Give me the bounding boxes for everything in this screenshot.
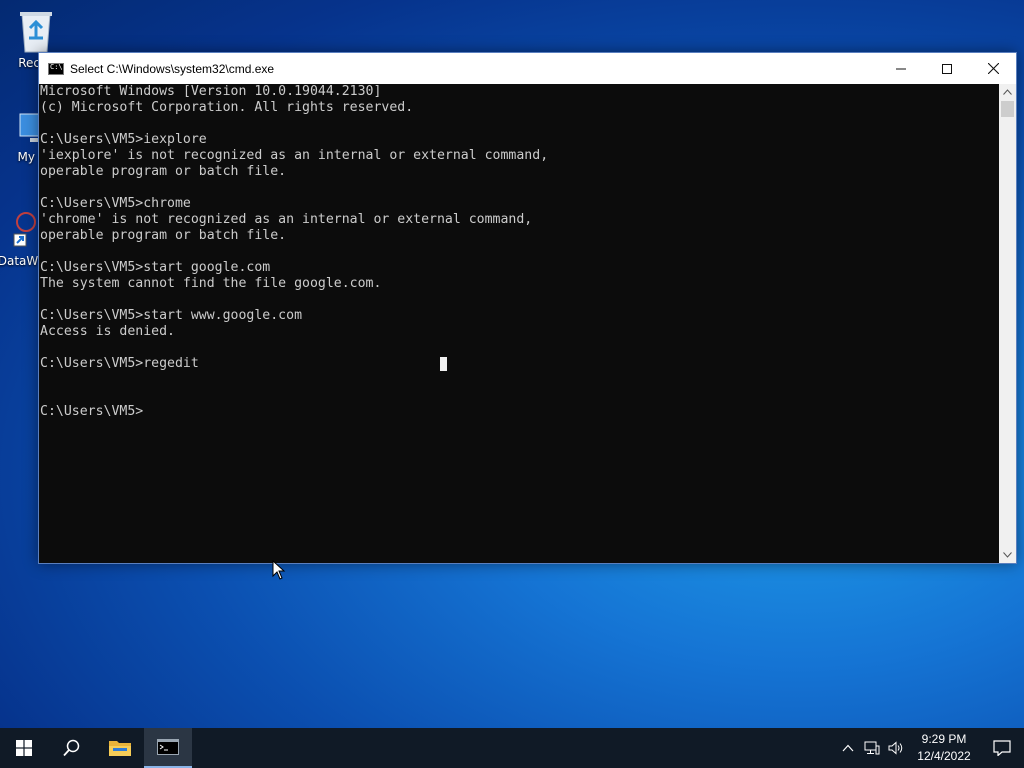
start-button[interactable] xyxy=(0,728,48,768)
search-button[interactable] xyxy=(48,728,96,768)
console-output[interactable]: Microsoft Windows [Version 10.0.19044.21… xyxy=(39,84,1001,563)
chevron-down-icon xyxy=(1003,552,1012,558)
clock-date: 12/4/2022 xyxy=(917,749,971,763)
minimize-button[interactable] xyxy=(878,53,924,84)
vertical-scrollbar[interactable] xyxy=(999,84,1016,563)
cmd-icon xyxy=(157,739,179,755)
desktop-icon-label: DataW xyxy=(0,254,39,268)
cmd-window[interactable]: Select C:\Windows\system32\cmd.exe Micro… xyxy=(38,52,1017,564)
minimize-icon xyxy=(896,68,906,69)
folder-icon xyxy=(109,741,131,756)
scroll-up-button[interactable] xyxy=(999,84,1016,100)
speaker-icon xyxy=(888,741,903,755)
clock-time: 9:29 PM xyxy=(921,732,967,746)
scroll-thumb[interactable] xyxy=(1001,101,1014,117)
chevron-up-icon xyxy=(842,744,854,752)
network-icon xyxy=(864,741,880,755)
chevron-up-icon xyxy=(1003,89,1012,95)
console-text: Microsoft Windows [Version 10.0.19044.21… xyxy=(40,84,549,419)
cmd-taskbar-button[interactable] xyxy=(144,728,192,768)
taskbar: 9:29 PM 12/4/2022 xyxy=(0,728,1024,768)
system-tray: 9:29 PM 12/4/2022 xyxy=(836,728,1024,768)
volume-button[interactable] xyxy=(884,728,908,768)
recycle-bin-icon xyxy=(20,12,52,53)
cmd-icon xyxy=(48,62,64,75)
window-title: Select C:\Windows\system32\cmd.exe xyxy=(70,61,275,76)
maximize-icon xyxy=(942,63,952,74)
scroll-down-button[interactable] xyxy=(999,547,1016,563)
file-explorer-button[interactable] xyxy=(96,728,144,768)
action-center-button[interactable] xyxy=(980,728,1024,768)
text-cursor xyxy=(440,357,447,371)
maximize-button[interactable] xyxy=(924,53,970,84)
show-hidden-icons-button[interactable] xyxy=(836,728,860,768)
windows-logo-icon xyxy=(16,740,32,756)
network-button[interactable] xyxy=(860,728,884,768)
shortcut-icon xyxy=(13,212,36,247)
notification-icon xyxy=(993,740,1011,756)
close-button[interactable] xyxy=(970,53,1016,84)
close-icon xyxy=(987,63,999,74)
clock-button[interactable]: 9:29 PM 12/4/2022 xyxy=(908,731,980,765)
title-bar[interactable]: Select C:\Windows\system32\cmd.exe xyxy=(39,53,1016,84)
mouse-pointer-icon xyxy=(272,560,286,580)
search-icon xyxy=(63,739,80,757)
